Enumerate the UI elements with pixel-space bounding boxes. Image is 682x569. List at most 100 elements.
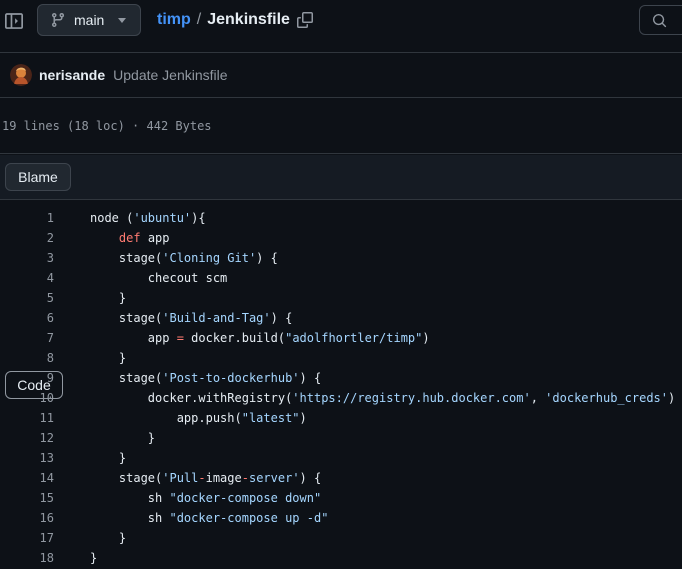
code-token: "docker-compose down" xyxy=(169,491,322,505)
search-button[interactable] xyxy=(639,5,682,35)
code-line: 4 checout scm xyxy=(0,268,682,288)
code-token: 'https://registry.hub.docker.com' xyxy=(292,391,531,405)
file-info-bar: 19 lines (18 loc) · 442 Bytes xyxy=(0,98,682,154)
code-token: docker.withRegistry( xyxy=(90,391,293,405)
code-token: image xyxy=(205,471,242,485)
code-token: 'Cloning Git' xyxy=(162,251,257,265)
search-icon xyxy=(652,13,667,28)
file-header: main timp / Jenkinsfile xyxy=(0,0,682,53)
code-token: def xyxy=(118,231,141,245)
code-line: 2 def app xyxy=(0,228,682,248)
code-token: 'Pull xyxy=(162,471,199,485)
code-text: } xyxy=(90,528,126,548)
code-token: "docker-compose up -d" xyxy=(169,511,329,525)
code-token: sh xyxy=(90,511,170,525)
code-line: 3 stage('Cloning Git') { xyxy=(0,248,682,268)
code-token: app xyxy=(140,231,170,245)
commit-message-link[interactable]: Update Jenkinsfile xyxy=(113,67,227,83)
line-number[interactable]: 12 xyxy=(0,428,54,448)
line-number[interactable]: 2 xyxy=(0,228,54,248)
code-text: } xyxy=(90,448,126,468)
line-number[interactable]: 14 xyxy=(0,468,54,488)
code-view-toolbar: Code Blame xyxy=(0,155,682,399)
line-number[interactable]: 16 xyxy=(0,508,54,528)
code-token: ) { xyxy=(668,391,676,405)
code-line: 14 stage('Pull-image-server') { xyxy=(0,468,682,488)
code-token: - xyxy=(241,471,249,485)
code-token: } xyxy=(90,531,127,545)
code-token: } xyxy=(90,551,98,565)
code-token: stage( xyxy=(90,371,163,385)
line-number[interactable]: 17 xyxy=(0,528,54,548)
code-text: stage('Build-and-Tag') { xyxy=(90,308,292,328)
file-stats: 19 lines (18 loc) · 442 Bytes xyxy=(2,119,212,133)
code-token: , xyxy=(530,391,546,405)
code-token: ) { xyxy=(299,371,322,385)
code-text: stage('Post-to-dockerhub') { xyxy=(90,368,321,388)
code-text: sh "docker-compose down" xyxy=(90,488,321,508)
line-number[interactable]: 15 xyxy=(0,488,54,508)
code-token: stage( xyxy=(90,471,163,485)
code-token: } xyxy=(90,451,127,465)
code-text: def app xyxy=(90,228,170,248)
code-line: 7 app = docker.build("adolfhortler/timp"… xyxy=(0,328,682,348)
line-number[interactable]: 11 xyxy=(0,408,54,428)
code-line: 17 } xyxy=(0,528,682,548)
line-number[interactable]: 5 xyxy=(0,288,54,308)
line-number[interactable]: 4 xyxy=(0,268,54,288)
code-line: 9 stage('Post-to-dockerhub') { xyxy=(0,368,682,388)
code-text: stage('Pull-image-server') { xyxy=(90,468,321,488)
code-token: sh xyxy=(90,491,170,505)
line-number[interactable]: 3 xyxy=(0,248,54,268)
breadcrumb: timp / Jenkinsfile xyxy=(157,11,313,29)
code-token: 'dockerhub_creds' xyxy=(545,391,668,405)
code-token: - xyxy=(198,471,206,485)
code-token: ) { xyxy=(256,251,278,265)
line-number[interactable]: 7 xyxy=(0,328,54,348)
sidebar-panel-icon[interactable] xyxy=(5,12,23,30)
code-token: ){ xyxy=(191,211,206,225)
commit-author-link[interactable]: nerisande xyxy=(39,67,105,83)
code-line: 13 } xyxy=(0,448,682,468)
code-token: 'ubuntu' xyxy=(133,211,192,225)
avatar[interactable] xyxy=(10,64,32,86)
line-number[interactable]: 8 xyxy=(0,348,54,368)
code-token: } xyxy=(90,291,127,305)
git-branch-icon xyxy=(52,12,64,28)
code-line: 1 node ('ubuntu'){ xyxy=(0,208,682,228)
code-token: docker.build( xyxy=(183,331,286,345)
code-token: node ( xyxy=(90,211,134,225)
code-text: } xyxy=(90,288,126,308)
code-line: 11 app.push("latest") xyxy=(0,408,682,428)
code-token: "latest" xyxy=(241,411,300,425)
code-line: 5 } xyxy=(0,288,682,308)
code-text: app = docker.build("adolfhortler/timp") xyxy=(90,328,430,348)
line-number[interactable]: 6 xyxy=(0,308,54,328)
code-token: } xyxy=(90,431,156,445)
code-line: 12 } xyxy=(0,428,682,448)
code-token: ) { xyxy=(270,311,293,325)
code-token: app xyxy=(90,331,177,345)
repo-link[interactable]: timp xyxy=(157,11,191,29)
line-number[interactable]: 10 xyxy=(0,388,54,408)
code-token: ) xyxy=(422,331,430,345)
code-text: sh "docker-compose up -d" xyxy=(90,508,329,528)
code-token: = xyxy=(176,331,184,345)
code-line: 10 docker.withRegistry('https://registry… xyxy=(0,388,682,408)
code-token: checout scm xyxy=(90,271,228,285)
code-line: 8 } xyxy=(0,348,682,368)
line-number[interactable]: 1 xyxy=(0,208,54,228)
code-viewer: 1 node ('ubuntu'){2 def app 3 stage('Cloni… xyxy=(0,208,682,568)
copy-icon[interactable] xyxy=(296,12,313,28)
line-number[interactable]: 18 xyxy=(0,548,54,568)
line-number[interactable]: 9 xyxy=(0,368,54,388)
branch-name: main xyxy=(74,12,105,28)
code-text: } xyxy=(90,348,126,368)
line-number[interactable]: 13 xyxy=(0,448,54,468)
breadcrumb-separator: / xyxy=(196,11,202,28)
tab-blame[interactable]: Blame xyxy=(6,164,70,190)
branch-selector-button[interactable]: main xyxy=(37,4,141,36)
code-text: checout scm xyxy=(90,268,227,288)
code-token: 'Build-and-Tag' xyxy=(162,311,271,325)
